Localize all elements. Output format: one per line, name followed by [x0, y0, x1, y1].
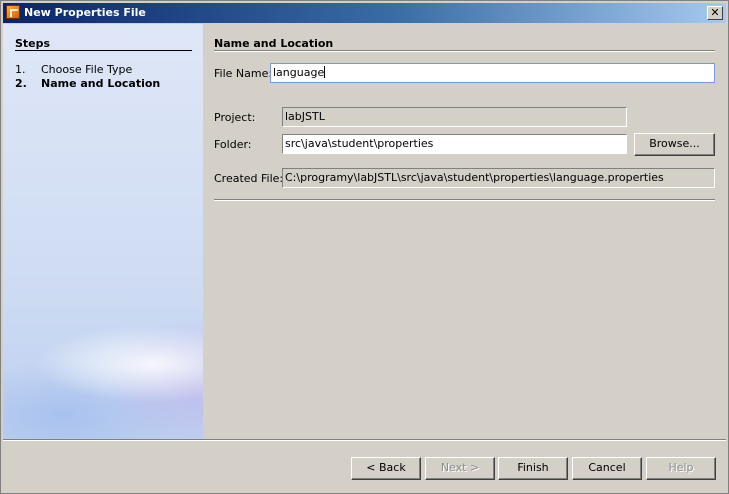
content-divider [214, 199, 715, 201]
section-divider [214, 50, 715, 52]
finish-button[interactable]: Finish [498, 457, 568, 480]
next-button[interactable]: Next > [425, 457, 495, 480]
step-name-and-location: 2. Name and Location [15, 77, 160, 90]
file-name-label: File Name: [214, 67, 273, 80]
step-label: Choose File Type [41, 63, 133, 76]
created-file-field: C:\programy\labJSTL\src\java\student\pro… [282, 168, 715, 188]
browse-button[interactable]: Browse... [634, 133, 715, 156]
file-name-value: language [273, 66, 325, 79]
text-caret [324, 66, 326, 78]
close-button[interactable]: ✕ [707, 6, 723, 20]
title-bar[interactable]: New Properties File ✕ [3, 3, 726, 23]
steps-divider [15, 50, 192, 51]
cancel-button[interactable]: Cancel [572, 457, 642, 480]
step-label: Name and Location [41, 77, 161, 90]
folder-label: Folder: [214, 138, 252, 151]
folder-input[interactable]: src\java\student\properties [282, 134, 627, 154]
created-file-label: Created File: [214, 172, 284, 185]
netbeans-app-icon [6, 5, 20, 19]
file-name-input[interactable]: language [270, 63, 715, 83]
step-number: 1. [15, 63, 26, 76]
steps-panel: Steps 1. Choose File Type 2. Name and Loca… [3, 24, 203, 439]
window-title: New Properties File [24, 6, 146, 19]
help-button[interactable]: Help [646, 457, 716, 480]
steps-title: Steps [15, 37, 51, 50]
project-label: Project: [214, 111, 256, 124]
project-field: labJSTL [282, 107, 627, 127]
footer-divider [3, 439, 726, 441]
section-title: Name and Location [214, 37, 334, 50]
step-number: 2. [15, 77, 27, 90]
back-button[interactable]: < Back [351, 457, 421, 480]
dialog-window: New Properties File ✕ Steps 1. Choose Fil… [0, 0, 729, 494]
step-choose-file-type: 1. Choose File Type [15, 63, 132, 76]
